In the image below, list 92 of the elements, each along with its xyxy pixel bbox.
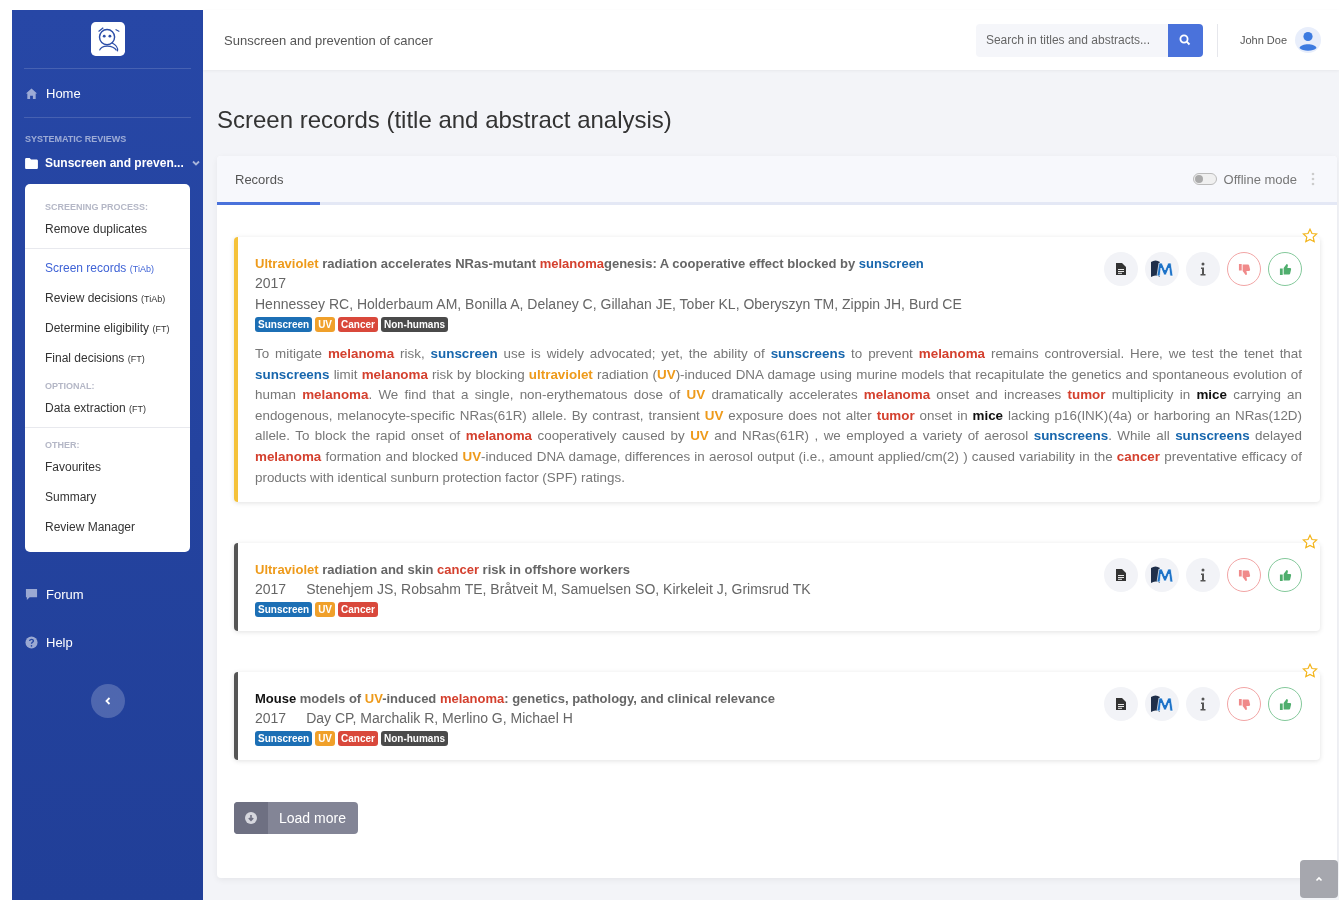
document-button[interactable] <box>1104 687 1138 722</box>
offline-toggle[interactable] <box>1192 173 1217 185</box>
search-icon <box>1179 34 1192 46</box>
search-field[interactable]: Search in titles and abstracts... <box>975 23 1168 57</box>
menu-item[interactable]: Review Manager <box>25 512 190 542</box>
folder-icon <box>25 157 38 169</box>
thumbs-down-icon <box>1237 262 1251 276</box>
menu-item[interactable]: Final decisions (FT) <box>25 343 190 373</box>
record-title[interactable]: Mouse models of UV-induced melanoma: genetics, pathology, and clinical relevance <box>255 690 1092 709</box>
section-label: SYSTEMATIC REVIEWS <box>24 133 128 146</box>
star-icon[interactable] <box>1302 228 1318 244</box>
menu-heading: OPTIONAL: <box>44 380 96 393</box>
exclude-button[interactable] <box>1227 252 1261 286</box>
info-icon <box>1200 568 1206 583</box>
info-icon <box>1200 697 1206 712</box>
avatar-icon <box>1295 27 1321 53</box>
thumbs-down-icon <box>1237 568 1251 582</box>
keyword-tag: Sunscreen <box>255 602 313 618</box>
help-link[interactable]: Help <box>12 618 203 666</box>
keyword-tag: Cancer <box>338 602 378 618</box>
abstract-text: To mitigate melanoma risk, sunscreen use is widely advocated; yet, the ability of sunscreens to prevent melanoma remains controversial. Here, we test the tenet that sunscreens limit melanoma risk by blocking ultraviolet radiation (UV)-induced DNA damage using murine models that recapitulate the genetics and spontaneous evolution of human melanoma. We find that a single, non-erythematous dose of UV dramatically accelerates melanoma onset and increases tumor multiplicity in mice carrying an endogenous, melanocyte-specific NRas(61R) allele. By contrast, transient UV exposure does not alter tumor onset in mice lacking p16(INK)(4a) or harboring an NRas(12D) allele. To block the rapid onset of melanoma cooperatively caused by UV and NRas(61R) , we employed a variety of aerosol sunscreens. While all sunscreens delayed melanoma formation and blocked UV-induced DNA damage, differences in aerosol output (i.e., amount applied/cm(2) ) caused variability in the cancer preventative efficacy of products with identical sunburn protection factor (SPF) ratings. <box>255 345 1302 487</box>
keyword-tag: UV <box>315 731 336 747</box>
info-button[interactable] <box>1186 252 1220 286</box>
menu-item[interactable]: Remove duplicates <box>25 214 190 244</box>
record-year: 2017 <box>255 580 287 600</box>
review-menu[interactable]: Sunscreen and preven... <box>12 150 203 180</box>
book-m-icon <box>1150 694 1174 715</box>
mendeley-button[interactable] <box>1145 687 1179 722</box>
keyword-tag: Sunscreen <box>255 731 313 747</box>
menu-item[interactable]: Summary <box>25 482 190 512</box>
exclude-button[interactable] <box>1227 687 1261 722</box>
document-button[interactable] <box>1104 252 1138 286</box>
book-m-icon <box>1150 259 1174 279</box>
mendeley-button[interactable] <box>1145 558 1179 593</box>
breadcrumb: Sunscreen and prevention of cancer <box>224 32 434 48</box>
thumbs-up-icon <box>1278 568 1292 582</box>
document-icon <box>1116 698 1126 711</box>
download-icon <box>245 812 257 825</box>
chat-icon <box>25 587 38 601</box>
record-authors: Stenehjem JS, Robsahm TE, Bråtveit M, Samuelsen SO, Kirkeleit J, Grimsrud TK <box>306 580 811 600</box>
help-icon <box>25 635 38 649</box>
keyword-tag: UV <box>315 602 336 618</box>
info-button[interactable] <box>1186 687 1220 722</box>
home-icon <box>25 86 38 100</box>
exclude-button[interactable] <box>1227 558 1261 593</box>
menu-item[interactable]: Screen records (TiAb) <box>25 253 190 283</box>
keyword-tag: Non-humans <box>380 317 449 332</box>
home-link[interactable]: Home <box>12 69 203 117</box>
menu-heading: SCREENING PROCESS: <box>44 201 150 214</box>
menu-item[interactable]: Review decisions (TiAb) <box>25 283 190 313</box>
keyword-tag: Cancer <box>338 731 378 747</box>
star-icon[interactable] <box>1302 663 1318 680</box>
menu-item[interactable]: Data extraction (FT) <box>25 393 190 423</box>
star-icon[interactable] <box>1302 534 1318 551</box>
mendeley-button[interactable] <box>1145 252 1179 286</box>
record-year: 2017 <box>255 275 287 291</box>
forum-link[interactable]: Forum <box>12 570 203 618</box>
include-button[interactable] <box>1268 687 1302 722</box>
record-authors: Hennessey RC, Holderbaum AM, Bonilla A, Delaney C, Gillahan JE, Tober KL, Oberyszyn TM, Zippin JH, Burd CE <box>255 296 962 312</box>
thumbs-up-icon <box>1278 697 1292 711</box>
menu-item[interactable]: Determine eligibility (FT) <box>25 313 190 343</box>
thumbs-down-icon <box>1237 697 1251 711</box>
record-authors: Day CP, Marchalik R, Merlino G, Michael H <box>306 709 573 729</box>
collapse-button[interactable] <box>90 684 125 718</box>
logo-icon <box>90 22 125 56</box>
info-button[interactable] <box>1186 558 1220 593</box>
records-tab[interactable]: Records <box>217 156 320 205</box>
scroll-top-button[interactable] <box>1300 860 1338 898</box>
page-title: Screen records (title and abstract analysis) <box>217 106 673 134</box>
menu-item[interactable]: Favourites <box>25 452 190 482</box>
include-button[interactable] <box>1268 558 1302 593</box>
info-icon <box>1200 262 1206 276</box>
chevron-up-icon <box>1314 874 1324 884</box>
toggle-label: Offline mode <box>1223 171 1297 187</box>
user-name[interactable]: John Doe <box>1239 34 1287 46</box>
record-title[interactable]: Ultraviolet radiation and skin cancer risk in offshore workers <box>255 561 1092 580</box>
document-button[interactable] <box>1104 558 1138 593</box>
keyword-tag: UV <box>315 317 336 332</box>
record-year: 2017 <box>255 709 287 729</box>
record-title[interactable]: Ultraviolet radiation accelerates NRas-mutant melanomagenesis: A cooperative effect blocked by sunscreen <box>255 255 1092 273</box>
keyword-tag: Cancer <box>338 317 378 332</box>
document-icon <box>1116 569 1126 582</box>
more-icon[interactable] <box>1311 172 1315 186</box>
load-more-button[interactable]: Load more <box>234 802 358 835</box>
keyword-tag: Non-humans <box>380 731 449 747</box>
keyword-tag: Sunscreen <box>255 317 313 332</box>
menu-heading: OTHER: <box>44 439 81 452</box>
document-icon <box>1116 263 1126 275</box>
include-button[interactable] <box>1268 252 1302 286</box>
thumbs-up-icon <box>1278 262 1292 276</box>
book-m-icon <box>1150 565 1174 586</box>
search-button[interactable] <box>1167 23 1203 57</box>
